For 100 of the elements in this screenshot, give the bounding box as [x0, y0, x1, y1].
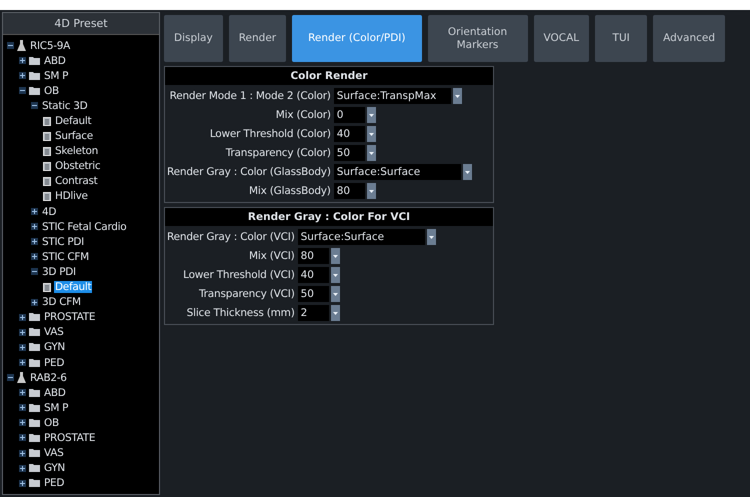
section-title: Color Render — [165, 67, 493, 85]
expand-icon[interactable] — [19, 464, 26, 472]
expand-icon[interactable] — [19, 434, 26, 442]
tree-item[interactable]: RAB2-6 — [29, 372, 68, 384]
tree-item[interactable]: VAS — [43, 447, 64, 460]
caret-icon[interactable] — [366, 107, 376, 123]
setting-label: Transparency (Color) — [224, 147, 331, 159]
folder-icon — [29, 434, 40, 442]
tree-item[interactable]: Surface — [54, 130, 94, 142]
tree-item[interactable]: OB — [43, 416, 60, 429]
folder-icon — [29, 72, 40, 80]
setting-label: Lower Threshold (Color) — [208, 128, 331, 140]
tab[interactable]: TUI — [595, 15, 648, 62]
expand-icon[interactable] — [19, 389, 26, 396]
tree-item[interactable]: 3D PDI — [41, 266, 77, 278]
tab[interactable]: VOCAL — [534, 15, 590, 62]
folder-icon — [29, 464, 40, 472]
tree-item[interactable]: 3D CFM — [41, 296, 82, 308]
collapse-icon[interactable] — [31, 268, 38, 276]
tree-item[interactable]: ABD — [43, 386, 67, 399]
document-icon — [43, 132, 51, 141]
folder-icon — [29, 388, 40, 397]
caret-icon[interactable] — [452, 88, 462, 104]
probe-icon — [17, 40, 26, 52]
collapse-icon[interactable] — [7, 42, 14, 50]
expand-icon[interactable] — [19, 344, 26, 351]
folder-icon — [29, 86, 40, 95]
expand-icon[interactable] — [19, 419, 26, 426]
folder-icon — [29, 479, 40, 488]
tree-item[interactable]: Contrast — [54, 175, 98, 188]
folder-icon — [29, 449, 40, 458]
tab[interactable]: Display — [164, 15, 223, 62]
collapse-icon[interactable] — [31, 102, 38, 110]
tree-item[interactable]: SM P — [43, 70, 70, 82]
tree-item[interactable]: VAS — [43, 326, 64, 338]
tree-item[interactable]: PED — [43, 477, 66, 490]
expand-icon[interactable] — [19, 328, 26, 336]
folder-icon — [29, 343, 40, 352]
setting-label: Mix (Color) — [274, 109, 331, 121]
document-icon — [43, 192, 51, 201]
tree-item[interactable]: STIC Fetal Cardio — [41, 220, 128, 233]
caret-icon[interactable] — [366, 126, 376, 142]
tree-item[interactable]: OB — [43, 84, 60, 97]
setting-label: Render Gray : Color (GlassBody) — [167, 166, 331, 178]
caret-icon[interactable] — [330, 248, 340, 264]
tree-item[interactable]: RIC5-9A — [29, 40, 71, 52]
setting-label: Mix (GlassBody) — [248, 185, 331, 197]
folder-icon — [29, 56, 40, 65]
folder-icon — [29, 358, 40, 367]
tree-item[interactable]: Default — [54, 115, 92, 128]
caret-icon[interactable] — [330, 305, 340, 321]
document-icon — [43, 176, 51, 186]
expand-icon[interactable] — [19, 480, 26, 487]
collapse-icon[interactable] — [7, 374, 14, 382]
folder-icon — [29, 404, 40, 412]
tree-item[interactable]: Skeleton — [54, 145, 100, 158]
tree-item[interactable]: ABD — [43, 54, 67, 67]
expand-icon[interactable] — [31, 238, 38, 246]
tree-item[interactable]: SM P — [43, 402, 70, 414]
expand-icon[interactable] — [19, 57, 26, 64]
probe-icon — [17, 372, 26, 384]
tree-item[interactable]: Static 3D — [41, 100, 88, 112]
tab[interactable]: Render — [228, 15, 286, 62]
expand-icon[interactable] — [19, 359, 26, 366]
tree-item[interactable]: Obstetric — [54, 160, 102, 172]
expand-icon[interactable] — [31, 223, 38, 230]
tree-item[interactable]: STIC CFM — [41, 250, 90, 263]
caret-icon[interactable] — [462, 164, 472, 180]
tree-title: 4D Preset — [3, 13, 159, 35]
document-icon — [43, 282, 51, 292]
tab[interactable]: Orientation Markers — [428, 15, 528, 62]
tab[interactable]: Advanced — [653, 15, 726, 62]
expand-icon[interactable] — [19, 72, 26, 80]
expand-icon[interactable] — [31, 298, 38, 306]
expand-icon[interactable] — [19, 314, 26, 321]
tree-item[interactable]: HDlive — [54, 190, 89, 202]
tree-item[interactable]: PROSTATE — [43, 432, 96, 444]
setting-label: Mix (VCI) — [248, 250, 295, 262]
expand-icon[interactable] — [31, 253, 38, 260]
tree-item[interactable]: PED — [43, 356, 66, 369]
caret-icon[interactable] — [366, 183, 376, 199]
collapse-icon[interactable] — [19, 87, 26, 94]
tree-item[interactable]: STIC PDI — [41, 236, 85, 248]
caret-icon[interactable] — [330, 267, 340, 283]
document-icon — [43, 116, 51, 126]
setting-label: Slice Thickness (mm) — [186, 307, 295, 319]
document-icon — [43, 162, 51, 171]
expand-icon[interactable] — [31, 208, 38, 216]
setting-label: Transparency (VCI) — [198, 288, 295, 300]
expand-icon[interactable] — [19, 404, 26, 412]
tree-item[interactable]: GYN — [43, 462, 66, 474]
caret-icon[interactable] — [330, 286, 340, 302]
document-icon — [43, 146, 51, 156]
caret-icon[interactable] — [426, 229, 436, 245]
tree-item[interactable]: GYN — [43, 341, 66, 354]
tree-item[interactable]: 4D — [41, 206, 58, 218]
setting-label: Lower Threshold (VCI) — [182, 269, 295, 281]
tree-item[interactable]: PROSTATE — [43, 311, 96, 324]
caret-icon[interactable] — [366, 145, 376, 161]
expand-icon[interactable] — [19, 450, 26, 457]
